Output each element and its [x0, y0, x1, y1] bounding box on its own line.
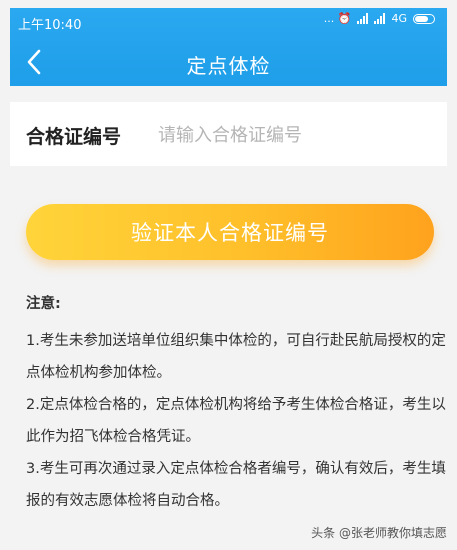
certificate-label: 合格证编号: [26, 126, 122, 148]
alarm-icon: ... ⏰: [323, 12, 352, 25]
certificate-input-row: 合格证编号: [10, 102, 447, 166]
signal-icon: [357, 13, 369, 24]
watermark: 头条 @张老师教你填志愿: [311, 526, 447, 540]
notes-title: 注意:: [26, 296, 61, 312]
certificate-number-input[interactable]: [156, 118, 430, 152]
verify-certificate-button[interactable]: 验证本人合格证编号: [26, 204, 434, 260]
signal-icon-2: [374, 13, 386, 24]
page-title: 定点体检: [186, 54, 271, 78]
notes-section: 注意: 1.考生未参加送培单位组织集中体检的，可自行赴民航局授权的定点体检机构参…: [26, 292, 446, 517]
note-item: 1.考生未参加送培单位组织集中体检的，可自行赴民航局授权的定点体检机构参加体检。: [26, 333, 446, 381]
status-time: 上午10:40: [18, 18, 82, 33]
note-item: 3.考生可再次通过录入定点体检合格者编号，确认有效后，考生填报的有效志愿体检将自…: [26, 461, 446, 509]
status-bar: 上午10:40 ... ⏰ 4G: [10, 8, 447, 34]
app-header: 上午10:40 ... ⏰ 4G 定点体检: [10, 8, 447, 86]
network-type: 4G: [391, 12, 407, 25]
note-item: 2.定点体检合格的，定点体检机构将给予考生体检合格证，考生以此作为招飞体检合格凭…: [26, 397, 446, 445]
battery-icon: [413, 13, 435, 24]
status-icons: ... ⏰ 4G: [324, 12, 435, 25]
